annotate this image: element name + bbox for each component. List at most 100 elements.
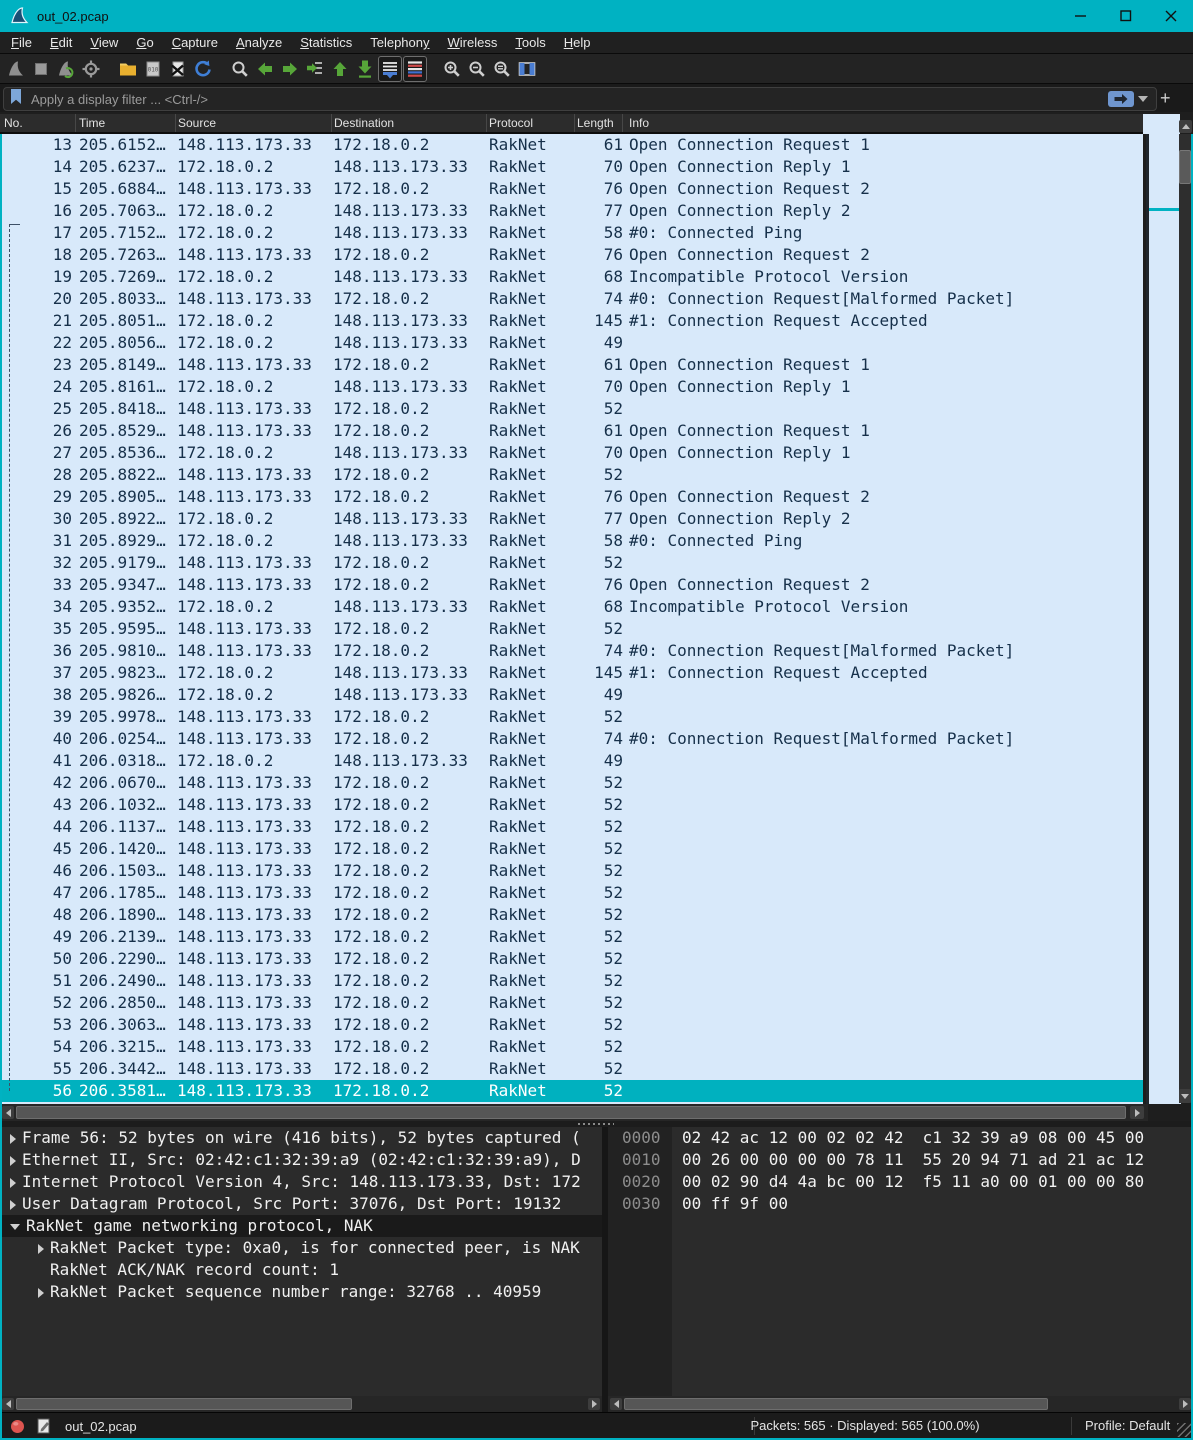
colorize-button[interactable] xyxy=(378,56,402,82)
collapse-arrow-icon[interactable] xyxy=(10,1224,20,1230)
go-to-packet-button[interactable] xyxy=(303,56,327,82)
column-header-no[interactable]: No. xyxy=(0,114,76,132)
packet-row[interactable]: 37205.9823…172.18.0.2148.113.173.33RakNe… xyxy=(2,662,1143,684)
details-hscrollbar-thumb[interactable] xyxy=(16,1398,352,1410)
packet-row[interactable]: 36205.9810…148.113.173.33172.18.0.2RakNe… xyxy=(2,640,1143,662)
close-button[interactable] xyxy=(1148,0,1193,32)
restart-capture-button[interactable] xyxy=(54,56,78,82)
find-packet-button[interactable] xyxy=(228,56,252,82)
packet-row[interactable]: 25205.8418…148.113.173.33172.18.0.2RakNe… xyxy=(2,398,1143,420)
packet-list-vscrollbar-thumb[interactable] xyxy=(1179,150,1191,184)
bookmark-icon[interactable] xyxy=(9,88,23,110)
expand-arrow-icon[interactable] xyxy=(10,1178,16,1188)
minimize-button[interactable] xyxy=(1058,0,1103,32)
packet-row[interactable]: 22205.8056…172.18.0.2148.113.173.33RakNe… xyxy=(2,332,1143,354)
packet-row[interactable]: 29205.8905…148.113.173.33172.18.0.2RakNe… xyxy=(2,486,1143,508)
maximize-button[interactable] xyxy=(1103,0,1148,32)
go-last-button[interactable] xyxy=(353,56,377,82)
scroll-up-button[interactable] xyxy=(1179,120,1192,133)
detail-row[interactable]: User Datagram Protocol, Src Port: 37076,… xyxy=(2,1193,602,1215)
menu-view[interactable]: View xyxy=(81,32,127,53)
packet-row[interactable]: 17205.7152…172.18.0.2148.113.173.33RakNe… xyxy=(2,222,1143,244)
packet-row[interactable]: 48206.1890…148.113.173.33172.18.0.2RakNe… xyxy=(2,904,1143,926)
go-first-button[interactable] xyxy=(328,56,352,82)
column-header-destination[interactable]: Destination xyxy=(332,114,487,132)
apply-filter-button[interactable] xyxy=(1108,91,1134,107)
auto-scroll-button[interactable] xyxy=(403,56,427,82)
packet-row[interactable]: 41206.0318…172.18.0.2148.113.173.33RakNe… xyxy=(2,750,1143,772)
column-header-protocol[interactable]: Protocol xyxy=(487,114,575,132)
menu-telephony[interactable]: Telephony xyxy=(361,32,438,53)
zoom-in-button[interactable] xyxy=(440,56,464,82)
packet-row[interactable]: 39205.9978…148.113.173.33172.18.0.2RakNe… xyxy=(2,706,1143,728)
packet-row[interactable]: 55206.3442…148.113.173.33172.18.0.2RakNe… xyxy=(2,1058,1143,1080)
packet-row[interactable]: 43206.1032…148.113.173.33172.18.0.2RakNe… xyxy=(2,794,1143,816)
packet-row[interactable]: 49206.2139…148.113.173.33172.18.0.2RakNe… xyxy=(2,926,1143,948)
packet-row[interactable]: 24205.8161…172.18.0.2148.113.173.33RakNe… xyxy=(2,376,1143,398)
packet-row[interactable]: 30205.8922…172.18.0.2148.113.173.33RakNe… xyxy=(2,508,1143,530)
packet-row[interactable]: 27205.8536…172.18.0.2148.113.173.33RakNe… xyxy=(2,442,1143,464)
menu-help[interactable]: Help xyxy=(555,32,600,53)
packet-row[interactable]: 35205.9595…148.113.173.33172.18.0.2RakNe… xyxy=(2,618,1143,640)
packet-row[interactable]: 28205.8822…148.113.173.33172.18.0.2RakNe… xyxy=(2,464,1143,486)
detail-row[interactable]: Ethernet II, Src: 02:42:c1:32:39:a9 (02:… xyxy=(2,1149,602,1171)
expand-arrow-icon[interactable] xyxy=(10,1200,16,1210)
packet-list-vscrollbar-track[interactable] xyxy=(1179,134,1191,1103)
column-header-source[interactable]: Source xyxy=(176,114,332,132)
packet-row[interactable]: 47206.1785…148.113.173.33172.18.0.2RakNe… xyxy=(2,882,1143,904)
expand-arrow-icon[interactable] xyxy=(38,1288,44,1298)
packet-row[interactable]: 26205.8529…148.113.173.33172.18.0.2RakNe… xyxy=(2,420,1143,442)
save-file-button[interactable]: 010 xyxy=(141,56,165,82)
packet-row[interactable]: 16205.7063…172.18.0.2148.113.173.33RakNe… xyxy=(2,200,1143,222)
detail-row[interactable]: RakNet game networking protocol, NAK xyxy=(2,1215,602,1237)
detail-row[interactable]: RakNet Packet type: 0xa0, is for connect… xyxy=(2,1237,602,1259)
column-header-info[interactable]: Info xyxy=(623,114,1143,132)
packet-row[interactable]: 19205.7269…172.18.0.2148.113.173.33RakNe… xyxy=(2,266,1143,288)
packet-row[interactable]: 56206.3581…148.113.173.33172.18.0.2RakNe… xyxy=(2,1080,1143,1102)
packet-row[interactable]: 52206.2850…148.113.173.33172.18.0.2RakNe… xyxy=(2,992,1143,1014)
menu-analyze[interactable]: Analyze xyxy=(227,32,291,53)
hex-row[interactable]: 001000 26 00 00 00 00 78 1155 20 94 71 a… xyxy=(608,1149,1191,1171)
packet-list-hscrollbar-track[interactable] xyxy=(0,1104,1148,1121)
reload-file-button[interactable] xyxy=(191,56,215,82)
column-header-length[interactable]: Length xyxy=(575,114,623,132)
capture-comment-icon[interactable] xyxy=(37,1418,51,1434)
packet-row[interactable]: 53206.3063…148.113.173.33172.18.0.2RakNe… xyxy=(2,1014,1143,1036)
resize-grip[interactable] xyxy=(1177,1423,1191,1437)
packet-row[interactable]: 45206.1420…148.113.173.33172.18.0.2RakNe… xyxy=(2,838,1143,860)
packet-row[interactable]: 46206.1503…148.113.173.33172.18.0.2RakNe… xyxy=(2,860,1143,882)
packet-row[interactable]: 34205.9352…172.18.0.2148.113.173.33RakNe… xyxy=(2,596,1143,618)
scroll-right-button[interactable] xyxy=(1179,1398,1191,1410)
zoom-out-button[interactable] xyxy=(465,56,489,82)
hex-row[interactable]: 002000 02 90 d4 4a bc 00 12f5 11 a0 00 0… xyxy=(608,1171,1191,1193)
open-file-button[interactable] xyxy=(116,56,140,82)
hex-hscrollbar-track[interactable] xyxy=(608,1396,1193,1412)
packet-row[interactable]: 32205.9179…148.113.173.33172.18.0.2RakNe… xyxy=(2,552,1143,574)
packet-row[interactable]: 23205.8149…148.113.173.33172.18.0.2RakNe… xyxy=(2,354,1143,376)
menu-capture[interactable]: Capture xyxy=(163,32,227,53)
expand-arrow-icon[interactable] xyxy=(38,1244,44,1254)
packet-row[interactable]: 14205.6237…172.18.0.2148.113.173.33RakNe… xyxy=(2,156,1143,178)
display-filter-field[interactable] xyxy=(3,87,1157,111)
go-forward-button[interactable] xyxy=(278,56,302,82)
zoom-reset-button[interactable] xyxy=(490,56,514,82)
packet-row[interactable]: 40206.0254…148.113.173.33172.18.0.2RakNe… xyxy=(2,728,1143,750)
packet-row[interactable]: 38205.9826…172.18.0.2148.113.173.33RakNe… xyxy=(2,684,1143,706)
menu-edit[interactable]: Edit xyxy=(41,32,81,53)
packet-row[interactable]: 18205.7263…148.113.173.33172.18.0.2RakNe… xyxy=(2,244,1143,266)
packet-row[interactable]: 54206.3215…148.113.173.33172.18.0.2RakNe… xyxy=(2,1036,1143,1058)
close-file-button[interactable] xyxy=(166,56,190,82)
packet-row[interactable]: 51206.2490…148.113.173.33172.18.0.2RakNe… xyxy=(2,970,1143,992)
go-back-button[interactable] xyxy=(253,56,277,82)
menu-file[interactable]: File xyxy=(2,32,41,53)
hex-hscrollbar-thumb[interactable] xyxy=(624,1398,1048,1410)
stop-capture-button[interactable] xyxy=(29,56,53,82)
scroll-down-button[interactable] xyxy=(1179,1089,1191,1103)
menu-tools[interactable]: Tools xyxy=(506,32,554,53)
hex-row[interactable]: 000002 42 ac 12 00 02 02 42c1 32 39 a9 0… xyxy=(608,1127,1191,1149)
filter-dropdown-caret-icon[interactable] xyxy=(1138,96,1148,102)
resize-columns-button[interactable] xyxy=(515,56,539,82)
packet-list-hscrollbar-thumb[interactable] xyxy=(16,1106,1126,1119)
packet-row[interactable]: 44206.1137…148.113.173.33172.18.0.2RakNe… xyxy=(2,816,1143,838)
menu-go[interactable]: Go xyxy=(127,32,162,53)
